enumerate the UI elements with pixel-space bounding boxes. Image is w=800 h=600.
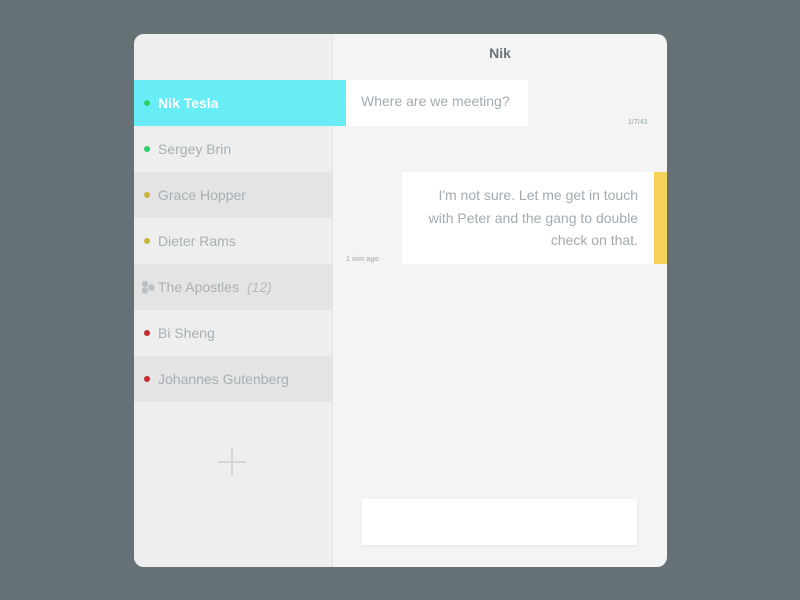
away-status-icon — [144, 192, 150, 198]
busy-status-icon — [144, 330, 150, 336]
busy-status-icon — [144, 376, 150, 382]
contact-item-dieter-rams[interactable]: Dieter Rams — [134, 218, 333, 264]
incoming-message: Where are we meeting? — [346, 80, 528, 126]
member-count: (12) — [246, 279, 272, 295]
contact-name: Bi Sheng — [158, 325, 215, 341]
contact-name: Dieter Rams — [158, 233, 236, 249]
contact-item-grace-hopper[interactable]: Grace Hopper — [134, 172, 333, 218]
add-contact-button[interactable] — [218, 448, 246, 476]
contact-name: Grace Hopper — [158, 187, 246, 203]
contact-name: Sergey Brin — [158, 141, 232, 157]
contact-item-nik-tesla[interactable]: Nik Tesla — [134, 80, 346, 126]
message-line: with Peter and the gang to double — [428, 209, 638, 226]
chat-window: Nik Tesla Sergey Brin Grace Hopper Diete… — [134, 34, 667, 567]
message-timestamp: 1/7/43 — [628, 119, 648, 126]
chat-title: Nik — [489, 45, 511, 61]
contact-name: Johannes Gutenberg — [158, 371, 289, 387]
message-timestamp: 1 min ago — [346, 256, 379, 263]
contact-item-sergey-brin[interactable]: Sergey Brin — [134, 126, 333, 172]
outgoing-message: I'm not sure. Let me get in touch with P… — [402, 172, 654, 264]
online-status-icon — [144, 146, 150, 152]
contact-name: The Apostles — [158, 279, 239, 295]
online-status-icon — [144, 100, 150, 106]
contact-item-bi-sheng[interactable]: Bi Sheng — [134, 310, 333, 356]
away-status-icon — [144, 238, 150, 244]
group-icon — [141, 280, 155, 294]
contact-item-the-apostles[interactable]: The Apostles (12) — [134, 264, 333, 310]
outgoing-message-accent — [654, 172, 667, 264]
message-line: check on that. — [550, 232, 638, 248]
contact-item-johannes-gutenberg[interactable]: Johannes Gutenberg — [134, 356, 333, 402]
message-text: Where are we meeting? — [361, 93, 510, 109]
message-line: I'm not sure. Let me get in touch — [438, 187, 638, 203]
contact-name: Nik Tesla — [158, 95, 219, 111]
message-input[interactable] — [362, 499, 637, 545]
